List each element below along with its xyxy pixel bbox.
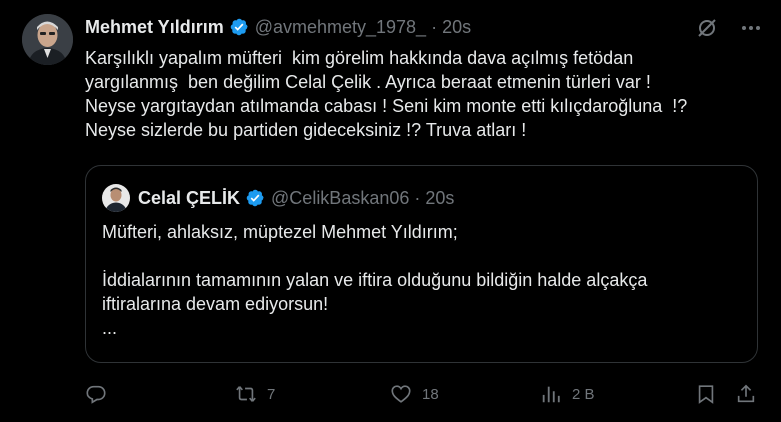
tweet-text-line: yargılanmış ben değilim Celal Çelik . Ay… <box>85 72 651 92</box>
separator-dot: · <box>431 16 438 37</box>
tweet-text-line: Neyse yargıtaydan atılmanda cabası ! Sen… <box>85 96 688 116</box>
tweet-header: Mehmet Yıldırım @avmehmety_1978_ · 20s <box>85 14 471 40</box>
quote-text-line: İddialarının tamamının yalan ve iftira o… <box>102 270 648 290</box>
verified-icon <box>229 17 249 37</box>
separator-dot: · <box>414 187 421 208</box>
quote-text-line <box>102 244 742 268</box>
quote-text-line: iftiralarına devam ediyorsun! <box>102 294 329 314</box>
retweet-icon <box>236 386 256 402</box>
grok-icon[interactable] <box>695 16 719 40</box>
reply-icon <box>86 385 106 404</box>
retweet-count: 7 <box>267 385 276 403</box>
like-button[interactable]: 18 <box>390 380 439 408</box>
author-handle[interactable]: @avmehmety_1978_ <box>255 17 426 38</box>
like-icon <box>391 385 411 403</box>
quote-text-line: Müfteri, ahlaksız, müptezel Mehmet Yıldı… <box>102 222 458 242</box>
views-icon <box>542 386 560 403</box>
author-name[interactable]: Mehmet Yıldırım <box>85 17 224 38</box>
reply-button[interactable] <box>85 380 117 408</box>
share-button[interactable] <box>735 380 767 408</box>
tweet-text-line: Karşılıklı yapalım müfteri kim görelim h… <box>85 48 634 68</box>
bookmark-icon <box>698 385 714 404</box>
quote-header: Celal ÇELİK @CelikBaskan06 · 20s <box>138 184 454 212</box>
bookmark-button[interactable] <box>695 380 727 408</box>
more-icon[interactable] <box>739 16 763 40</box>
quote-author-handle[interactable]: @CelikBaskan06 <box>271 188 409 209</box>
tweet[interactable]: Mehmet Yıldırım @avmehmety_1978_ · 20s K… <box>0 0 781 422</box>
like-count: 18 <box>422 385 439 403</box>
top-actions <box>695 16 763 40</box>
share-icon <box>737 384 755 403</box>
quote-text-line: ... <box>102 318 118 338</box>
verified-icon <box>245 188 265 208</box>
retweet-button[interactable]: 7 <box>235 380 275 408</box>
quote-author-avatar[interactable] <box>102 184 130 212</box>
quote-author-name[interactable]: Celal ÇELİK <box>138 188 240 209</box>
action-bar: 7 18 2 B <box>85 380 760 408</box>
quoted-tweet[interactable]: Celal ÇELİK @CelikBaskan06 · 20s Müfteri… <box>85 165 758 363</box>
views-count: 2 B <box>572 385 595 403</box>
author-avatar[interactable] <box>22 14 73 65</box>
quote-time[interactable]: 20s <box>425 188 454 209</box>
tweet-time[interactable]: 20s <box>442 17 471 38</box>
quote-text: Müfteri, ahlaksız, müptezel Mehmet Yıldı… <box>102 220 742 340</box>
views-button[interactable]: 2 B <box>540 380 595 408</box>
tweet-text-line: Neyse sizlerde bu partiden gideceksiniz … <box>85 120 527 140</box>
tweet-text: Karşılıklı yapalım müfteri kim görelim h… <box>85 46 755 142</box>
